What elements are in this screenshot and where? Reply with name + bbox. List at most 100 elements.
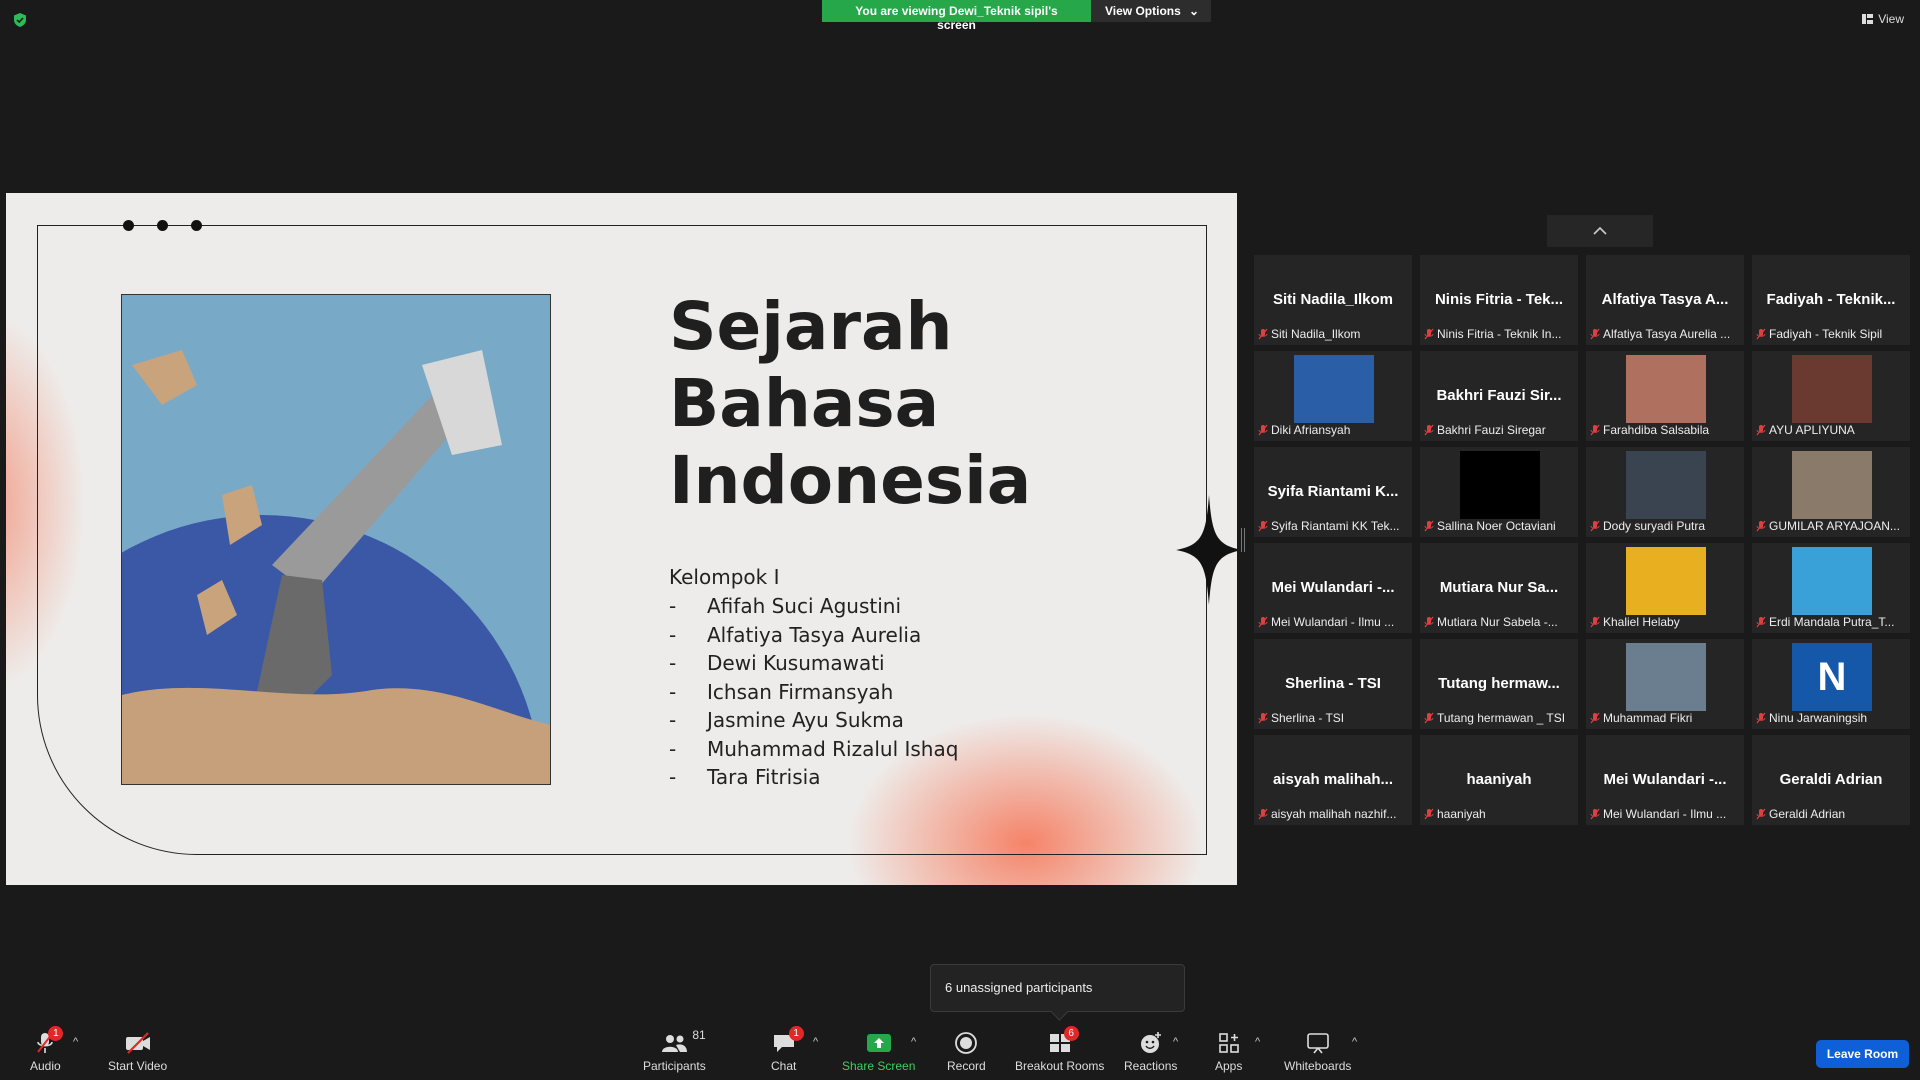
participant-tile[interactable]: Fadiyah - Teknik... Fadiyah - Teknik Sipi… bbox=[1752, 255, 1910, 345]
participant-display-name: Mei Wulandari -... bbox=[1271, 579, 1395, 596]
record-button[interactable]: Record bbox=[947, 1030, 986, 1073]
participant-tile[interactable]: N Ninu Jarwaningsih bbox=[1752, 639, 1910, 729]
participant-name-label: Alfatiya Tasya Aurelia ... bbox=[1590, 327, 1740, 341]
chevron-down-icon: ⌄ bbox=[1188, 4, 1199, 18]
whiteboards-button[interactable]: Whiteboards bbox=[1284, 1030, 1351, 1073]
chat-badge: 1 bbox=[788, 1026, 804, 1041]
participant-tile[interactable]: Bakhri Fauzi Sir... Bakhri Fauzi Siregar bbox=[1420, 351, 1578, 441]
participant-tile[interactable]: Muhammad Fikri bbox=[1586, 639, 1744, 729]
participant-display-name: aisyah malihah... bbox=[1272, 771, 1394, 788]
list-item: - Afifah Suci Agustini bbox=[669, 594, 958, 623]
participant-name-label: Mei Wulandari - Ilmu ... bbox=[1258, 615, 1408, 629]
participant-tile[interactable]: Mei Wulandari -... Mei Wulandari - Ilmu .… bbox=[1254, 543, 1412, 633]
video-off-icon bbox=[125, 1032, 150, 1054]
audio-options-caret[interactable]: ^ bbox=[73, 1036, 78, 1048]
leave-room-button[interactable]: Leave Room bbox=[1816, 1040, 1909, 1068]
audio-label: Audio bbox=[30, 1059, 61, 1073]
list-item: - Ichsan Firmansyah bbox=[669, 680, 958, 709]
group-members: Kelompok I - Afifah Suci Agustini - Alfati… bbox=[669, 565, 958, 794]
member-name: Tara Fitrisia bbox=[707, 765, 821, 789]
participant-tile[interactable]: Erdi Mandala Putra_T... bbox=[1752, 543, 1910, 633]
view-button[interactable]: View bbox=[1862, 12, 1904, 26]
participant-tile[interactable]: Sallina Noer Octaviani bbox=[1420, 447, 1578, 537]
participant-name-label: Dody suryadi Putra bbox=[1590, 519, 1740, 533]
participants-icon bbox=[662, 1035, 688, 1052]
participant-name-label: Sherlina - TSI bbox=[1258, 711, 1408, 725]
participant-name-label: Bakhri Fauzi Siregar bbox=[1424, 423, 1574, 437]
participant-tile[interactable]: aisyah malihah... aisyah malihah nazhif..… bbox=[1254, 735, 1412, 825]
dot bbox=[157, 220, 168, 231]
participant-tile[interactable]: AYU APLIYUNA bbox=[1752, 351, 1910, 441]
whiteboard-icon bbox=[1306, 1033, 1329, 1054]
title-line: Indonesia bbox=[669, 442, 1032, 519]
participant-video bbox=[1626, 451, 1706, 519]
microphone-muted-icon bbox=[1756, 712, 1766, 724]
audio-button[interactable]: 1 Audio bbox=[30, 1026, 64, 1073]
participants-button[interactable]: 81 Participants bbox=[643, 1028, 706, 1073]
chat-options-caret[interactable]: ^ bbox=[813, 1036, 818, 1048]
security-shield-icon[interactable] bbox=[12, 12, 28, 28]
participant-tile[interactable]: Khaliel Helaby bbox=[1586, 543, 1744, 633]
participant-tile[interactable]: Mei Wulandari -... Mei Wulandari - Ilmu .… bbox=[1586, 735, 1744, 825]
participant-tile[interactable]: Mutiara Nur Sa... Mutiara Nur Sabela -... bbox=[1420, 543, 1578, 633]
participant-display-name: Mei Wulandari -... bbox=[1603, 771, 1727, 788]
reactions-button[interactable]: Reactions bbox=[1124, 1030, 1177, 1073]
participant-tile[interactable]: Siti Nadila_Ilkom Siti Nadila_Ilkom bbox=[1254, 255, 1412, 345]
list-item: - Jasmine Ayu Sukma bbox=[669, 708, 958, 737]
participant-video bbox=[1626, 547, 1706, 615]
participant-name-label: Farahdiba Salsabila bbox=[1590, 423, 1740, 437]
participant-tile[interactable]: Alfatiya Tasya A... Alfatiya Tasya Aureli… bbox=[1586, 255, 1744, 345]
view-options-button[interactable]: View Options ⌄ bbox=[1091, 0, 1211, 22]
share-screen-button[interactable]: Share Screen bbox=[842, 1030, 915, 1073]
megaphone-image bbox=[121, 294, 551, 785]
breakout-tooltip: 6 unassigned participants bbox=[930, 964, 1185, 1012]
participant-tile[interactable]: haaniyah haaniyah bbox=[1420, 735, 1578, 825]
breakout-badge: 6 bbox=[1063, 1026, 1079, 1041]
apps-button[interactable]: Apps bbox=[1215, 1030, 1242, 1073]
participant-tile[interactable]: Diki Afriansyah bbox=[1254, 351, 1412, 441]
reactions-label: Reactions bbox=[1124, 1059, 1178, 1073]
participant-tile[interactable]: Dody suryadi Putra bbox=[1586, 447, 1744, 537]
participant-name: aisyah malihah nazhif... bbox=[1271, 807, 1397, 821]
breakout-rooms-button[interactable]: 6 Breakout Rooms bbox=[1015, 1026, 1104, 1073]
share-options-caret[interactable]: ^ bbox=[911, 1036, 916, 1048]
whiteboards-options-caret[interactable]: ^ bbox=[1352, 1036, 1357, 1048]
resize-handle[interactable] bbox=[1241, 528, 1245, 552]
participant-name: Geraldi Adrian bbox=[1769, 807, 1846, 821]
participant-tile[interactable]: GUMILAR ARYAJOAN... bbox=[1752, 447, 1910, 537]
participant-tile[interactable]: Geraldi Adrian Geraldi Adrian bbox=[1752, 735, 1910, 825]
participant-display-name: Geraldi Adrian bbox=[1779, 771, 1883, 788]
bullet-dash: - bbox=[669, 736, 677, 761]
participant-display-name: Mutiara Nur Sa... bbox=[1439, 579, 1559, 596]
participant-name-label: Geraldi Adrian bbox=[1756, 807, 1906, 821]
participant-name: Bakhri Fauzi Siregar bbox=[1437, 423, 1546, 437]
gallery-collapse-button[interactable] bbox=[1547, 215, 1653, 247]
bullet-dash: - bbox=[669, 594, 677, 618]
participant-name: Diki Afriansyah bbox=[1271, 423, 1351, 437]
slide-dots bbox=[123, 220, 202, 231]
microphone-muted-icon bbox=[1590, 616, 1600, 628]
apps-options-caret[interactable]: ^ bbox=[1255, 1036, 1260, 1048]
reactions-options-caret[interactable]: ^ bbox=[1173, 1036, 1178, 1048]
megaphone-icon bbox=[122, 350, 550, 784]
participant-name: Dody suryadi Putra bbox=[1603, 519, 1706, 533]
microphone-muted-icon bbox=[1424, 520, 1434, 532]
member-name: Ichsan Firmansyah bbox=[707, 679, 894, 704]
apps-label: Apps bbox=[1215, 1059, 1243, 1073]
participant-name-label: Syifa Riantami KK Tek... bbox=[1258, 519, 1408, 533]
participant-tile[interactable]: Tutang hermaw... Tutang hermawan _ TSI bbox=[1420, 639, 1578, 729]
participant-name-label: Muhammad Fikri bbox=[1590, 711, 1740, 725]
participant-avatar: N bbox=[1792, 643, 1872, 711]
start-video-button[interactable]: Start Video bbox=[108, 1030, 167, 1073]
participant-tile[interactable]: Syifa Riantami K... Syifa Riantami KK Tek… bbox=[1254, 447, 1412, 537]
participant-video bbox=[1792, 451, 1872, 519]
participant-tile[interactable]: Farahdiba Salsabila bbox=[1586, 351, 1744, 441]
member-name: Dewi Kusumawati bbox=[707, 651, 885, 675]
participant-tile[interactable]: Sherlina - TSI Sherlina - TSI bbox=[1254, 639, 1412, 729]
participant-name: Tutang hermawan _ TSI bbox=[1437, 711, 1566, 725]
participant-name: GUMILAR ARYAJOAN... bbox=[1769, 519, 1900, 533]
chevron-up-icon bbox=[1593, 227, 1607, 235]
microphone-muted-icon bbox=[1590, 328, 1600, 340]
participant-tile[interactable]: Ninis Fitria - Tek... Ninis Fitria - Tekn… bbox=[1420, 255, 1578, 345]
chat-button[interactable]: 1 Chat bbox=[771, 1026, 804, 1073]
